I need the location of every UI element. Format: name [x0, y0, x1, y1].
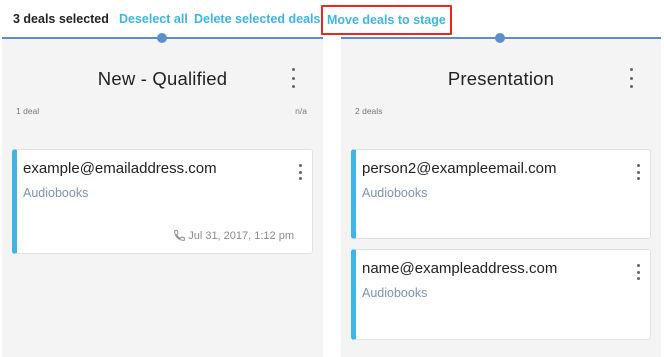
delete-selected-deals-link[interactable]: Delete selected deals [194, 12, 320, 26]
deal-product: Audiobooks [23, 186, 89, 200]
stage-menu-icon[interactable] [626, 68, 636, 88]
deal-menu-icon[interactable] [634, 264, 642, 280]
stage-connector-dot [495, 33, 505, 43]
deal-activity: Jul 31, 2017, 1:12 pm [173, 229, 294, 242]
deal-card[interactable]: name@exampleaddress.com Audiobooks [351, 249, 651, 340]
stage-title: Presentation [447, 68, 555, 89]
deal-menu-icon[interactable] [634, 164, 642, 180]
stage-deal-count: 1 deal [16, 106, 40, 116]
deal-contact-email: name@exampleaddress.com [362, 260, 558, 277]
deal-menu-icon[interactable] [296, 164, 304, 180]
deal-product: Audiobooks [362, 286, 428, 300]
deal-product: Audiobooks [362, 186, 428, 200]
deal-contact-email: example@emailaddress.com [23, 160, 217, 177]
phone-icon [173, 229, 186, 242]
deal-activity-date: Jul 31, 2017, 1:12 pm [188, 229, 294, 242]
move-deals-to-stage-link[interactable]: Move deals to stage [321, 5, 452, 35]
stage-connector-dot [157, 33, 167, 43]
deal-card[interactable]: example@emailaddress.com Audiobooks Jul … [12, 149, 313, 254]
stage-title: New - Qualified [97, 68, 228, 89]
stage-column-new-qualified: New - Qualified 1 deal n/a example@email… [2, 33, 323, 357]
stage-column-presentation: Presentation 2 deals person2@exampleemai… [341, 33, 661, 357]
selected-count: 3 deals selected [13, 12, 109, 26]
deselect-all-link[interactable]: Deselect all [119, 12, 188, 26]
bulk-actions-toolbar: 3 deals selected Deselect all Delete sel… [0, 0, 664, 38]
deal-card[interactable]: person2@exampleemail.com Audiobooks [351, 149, 651, 239]
deal-contact-email: person2@exampleemail.com [362, 160, 557, 177]
stage-menu-icon[interactable] [288, 68, 298, 88]
stage-deal-amount: n/a [295, 106, 307, 116]
stage-deal-count: 2 deals [355, 106, 383, 116]
